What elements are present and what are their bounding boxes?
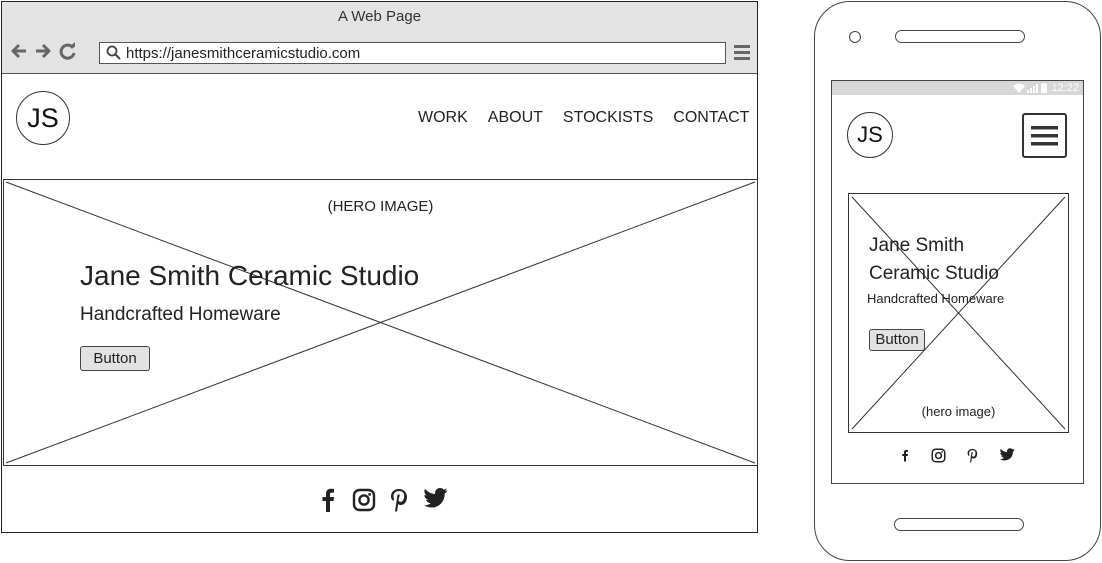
- browser-toolbar: https://janesmithceramicstudio.com: [2, 32, 757, 74]
- wifi-icon: [1013, 83, 1025, 93]
- nav-item-work[interactable]: WORK: [418, 109, 468, 127]
- signal-icon: [1027, 84, 1038, 93]
- address-bar[interactable]: https://janesmithceramicstudio.com: [99, 42, 726, 64]
- facebook-icon[interactable]: [900, 448, 910, 463]
- mobile-social-links: [900, 448, 1015, 463]
- status-time: 12:22: [1051, 82, 1079, 94]
- nav-item-contact[interactable]: CONTACT: [673, 109, 749, 127]
- twitter-icon[interactable]: [1000, 448, 1015, 461]
- status-icons: [1013, 83, 1047, 93]
- desktop-browser-window: A Web Page https://janesmithceramicstudi…: [1, 1, 758, 533]
- window-title: A Web Page: [2, 2, 757, 33]
- site-header: JS WORK ABOUT STOCKISTS CONTACT: [2, 74, 757, 180]
- mobile-hero-title: Jane Smith Ceramic Studio: [869, 232, 1029, 288]
- mobile-hero-button[interactable]: Button: [869, 329, 925, 351]
- hamburger-icon: [1031, 126, 1058, 146]
- instagram-icon[interactable]: [352, 488, 376, 512]
- mobile-site-logo[interactable]: JS: [847, 112, 893, 158]
- facebook-icon[interactable]: [318, 488, 338, 512]
- phone-screen: 12:22 JS Jane Smith Ceramic Studio Handc…: [831, 80, 1084, 484]
- mobile-hero-title-line1: Jane Smith: [869, 235, 965, 256]
- hamburger-menu-button[interactable]: [1022, 113, 1067, 158]
- mobile-hero-caption: (hero image): [921, 404, 996, 419]
- search-icon: [106, 45, 121, 60]
- reload-icon[interactable]: [58, 42, 78, 60]
- twitter-icon[interactable]: [424, 488, 448, 508]
- browser-menu-icon[interactable]: [734, 44, 752, 60]
- phone-camera: [849, 31, 861, 43]
- mobile-phone-frame: 12:22 JS Jane Smith Ceramic Studio Handc…: [814, 1, 1101, 561]
- main-nav: WORK ABOUT STOCKISTS CONTACT: [418, 109, 769, 127]
- browser-nav-buttons: [10, 42, 78, 60]
- back-arrow-icon[interactable]: [10, 42, 28, 60]
- status-bar: 12:22: [832, 81, 1083, 95]
- nav-item-about[interactable]: ABOUT: [488, 109, 543, 127]
- site-logo[interactable]: JS: [16, 91, 70, 145]
- forward-arrow-icon[interactable]: [34, 42, 52, 60]
- instagram-icon[interactable]: [931, 448, 946, 463]
- hero-button[interactable]: Button: [80, 346, 150, 371]
- nav-item-stockists[interactable]: STOCKISTS: [563, 109, 653, 127]
- hero-title: Jane Smith Ceramic Studio: [80, 260, 420, 291]
- hero-caption: (HERO IMAGE): [327, 198, 434, 215]
- mobile-hero-image-placeholder: Jane Smith Ceramic Studio Handcrafted Ho…: [848, 193, 1069, 433]
- hero-subtitle: Handcrafted Homeware: [80, 304, 281, 325]
- pinterest-icon[interactable]: [390, 488, 410, 512]
- mobile-hero-subtitle: Handcrafted Homeware: [867, 291, 1005, 306]
- social-links: [318, 488, 448, 512]
- placeholder-cross-lines: [851, 196, 1066, 430]
- mobile-hero-title-line2: Ceramic Studio: [869, 263, 999, 284]
- phone-home-button[interactable]: [894, 518, 1024, 531]
- pinterest-icon[interactable]: [967, 448, 979, 463]
- battery-icon: [1041, 83, 1047, 93]
- hero-image-placeholder: (HERO IMAGE) Jane Smith Ceramic Studio H…: [3, 179, 758, 466]
- phone-speaker: [895, 30, 1025, 43]
- url-text: https://janesmithceramicstudio.com: [126, 45, 361, 62]
